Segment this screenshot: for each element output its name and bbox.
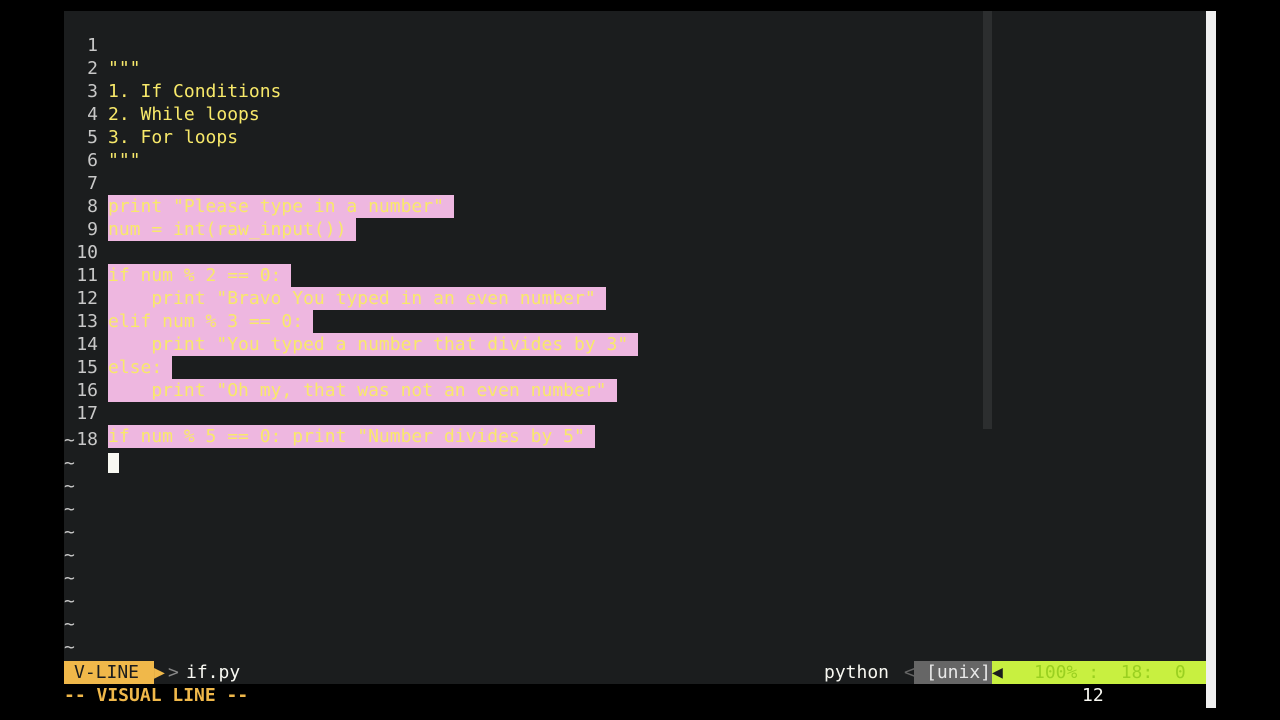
selected-line-text: if num % 2 == 0: — [108, 264, 292, 287]
empty-line-tilde: ~ — [64, 453, 75, 474]
empty-line-tilde: ~ — [64, 637, 75, 658]
code-line[interactable]: 4 3. For loops — [64, 80, 238, 148]
empty-line-tilde: ~ — [64, 499, 75, 520]
empty-line-tilde: ~ — [64, 591, 75, 612]
line-text — [108, 451, 119, 474]
selected-line-text: print "You typed a number that divides b… — [108, 333, 639, 356]
code-line[interactable]: 6 — [64, 126, 107, 171]
code-line-selected[interactable]: 17 if num % 5 == 0: print "Number divide… — [64, 379, 595, 448]
cursor-column: 0 — [1174, 662, 1186, 683]
selected-line-text: num = int(raw_input()) — [108, 218, 357, 241]
empty-line-tilde: ~ — [64, 614, 75, 635]
code-line-selected[interactable]: 14 else: — [64, 310, 173, 379]
file-type: python — [824, 662, 890, 683]
editor-window[interactable]: 1 """ 2 1. If Conditions 3 2. While loop… — [64, 11, 1206, 708]
empty-line-tilde: ~ — [64, 430, 75, 451]
scroll-percent: 100% — [1034, 662, 1078, 683]
code-line-selected[interactable]: 10 if num % 2 == 0: — [64, 218, 292, 287]
line-text: 3. For loops — [108, 127, 239, 148]
file-format: [unix] — [914, 661, 992, 684]
code-line-selected[interactable]: 9 — [64, 195, 107, 240]
window-edge — [1206, 11, 1216, 708]
selected-line-text: else: — [108, 356, 173, 379]
selected-line-text: print "Please type in a number" — [108, 195, 454, 218]
selected-line-text: print "Bravo You typed in an even number… — [108, 287, 606, 310]
chevron-left-icon: ◀ — [992, 661, 1004, 684]
code-line[interactable]: 3 2. While loops — [64, 57, 260, 125]
code-line-cursor[interactable]: 18 — [64, 405, 119, 473]
cursor-position: 100% : 18: 0 — [1004, 661, 1206, 684]
color-column — [983, 11, 992, 429]
empty-line-tilde: ~ — [64, 568, 75, 589]
chevron-right-icon: ▶ — [154, 662, 165, 683]
code-line-selected[interactable]: 7 print "Please type in a number" — [64, 149, 454, 218]
empty-line-tilde: ~ — [64, 522, 75, 543]
code-line-selected[interactable]: 12 elif num % 3 == 0: — [64, 264, 314, 333]
code-line[interactable]: 2 1. If Conditions — [64, 34, 281, 102]
code-line[interactable]: 1 """ — [64, 11, 140, 79]
showcmd-count: 12 — [1082, 685, 1104, 706]
code-line-selected[interactable]: 8 num = int(raw_input()) — [64, 172, 357, 241]
command-line[interactable]: -- VISUAL LINE -- 12 — [64, 684, 1206, 708]
text-cursor — [108, 453, 119, 473]
line-text: 1. If Conditions — [108, 81, 282, 102]
mode-indicator: V-LINE — [64, 661, 154, 684]
visual-mode-message: -- VISUAL LINE -- — [64, 685, 249, 706]
code-line-selected[interactable]: 11 print "Bravo You typed in an even num… — [64, 241, 606, 310]
chevron-right-icon: > — [168, 662, 179, 683]
empty-line-tilde: ~ — [64, 545, 75, 566]
selected-line-text: if num % 5 == 0: print "Number divides b… — [108, 425, 595, 448]
line-text: """ — [108, 150, 141, 171]
selected-line-text: elif num % 3 == 0: — [108, 310, 314, 333]
file-name: if.py — [186, 662, 241, 683]
code-line-selected[interactable]: 16 — [64, 356, 107, 401]
status-line: V-LINE ▶ > if.py python < [unix] ◀ 100% … — [64, 661, 1206, 684]
code-line-selected[interactable]: 13 print "You typed a number that divide… — [64, 287, 639, 356]
line-text: """ — [108, 58, 141, 79]
selected-line-text: print "Oh my, that was not an even numbe… — [108, 379, 617, 402]
code-line[interactable]: 5 """ — [64, 103, 140, 171]
line-text: 2. While loops — [108, 104, 260, 125]
empty-line-tilde: ~ — [64, 476, 75, 497]
code-line-selected[interactable]: 15 print "Oh my, that was not an even nu… — [64, 333, 617, 402]
cursor-line: 18 — [1120, 662, 1143, 683]
